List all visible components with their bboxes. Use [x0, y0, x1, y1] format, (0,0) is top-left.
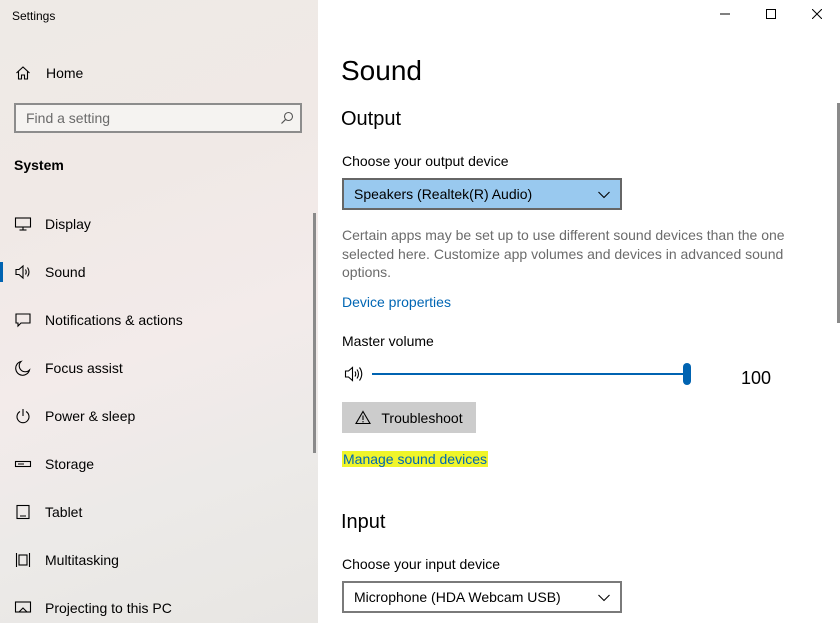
page-title: Sound — [341, 55, 422, 86]
main-content: Sound Output Choose your output device S… — [318, 0, 840, 623]
chevron-down-icon — [598, 186, 610, 202]
sidebar-scrollbar[interactable] — [313, 213, 316, 453]
sidebar-item-label: Focus assist — [45, 360, 123, 376]
volume-icon[interactable] — [344, 365, 366, 388]
sidebar-item-projecting[interactable]: Projecting to this PC — [0, 584, 318, 623]
minimize-button[interactable] — [702, 0, 748, 30]
notifications-icon — [14, 311, 32, 329]
display-icon — [14, 215, 32, 233]
device-properties-link[interactable]: Device properties — [342, 294, 451, 310]
sidebar-item-focus-assist[interactable]: Focus assist — [0, 344, 318, 392]
window-controls — [702, 0, 840, 30]
troubleshoot-button[interactable]: Troubleshoot — [342, 402, 476, 433]
output-device-select[interactable]: Speakers (Realtek(R) Audio) — [342, 178, 622, 210]
sidebar-item-label: Sound — [45, 264, 86, 280]
sidebar-item-sound[interactable]: Sound — [0, 248, 318, 296]
home-nav-item[interactable]: Home — [14, 62, 83, 84]
sidebar-item-label: Notifications & actions — [45, 312, 183, 328]
sidebar-item-multitasking[interactable]: Multitasking — [0, 536, 318, 584]
storage-icon — [14, 455, 32, 473]
sidebar-item-label: Tablet — [45, 504, 83, 520]
home-label: Home — [46, 65, 84, 81]
sidebar-item-tablet[interactable]: Tablet — [0, 488, 318, 536]
close-button[interactable] — [794, 0, 840, 30]
sidebar-item-label: Multitasking — [45, 552, 119, 568]
moon-icon — [14, 359, 32, 377]
chevron-down-icon — [598, 589, 610, 605]
sidebar-item-storage[interactable]: Storage — [0, 440, 318, 488]
manage-sound-devices-link[interactable]: Manage sound devices — [342, 451, 488, 467]
multitasking-icon — [14, 551, 32, 569]
sidebar-item-display[interactable]: Display — [0, 200, 318, 248]
power-icon — [14, 407, 32, 425]
speaker-icon — [14, 263, 32, 281]
section-title: System — [14, 157, 64, 173]
master-volume-label: Master volume — [342, 333, 434, 349]
output-heading: Output — [341, 108, 402, 130]
input-heading: Input — [341, 511, 386, 533]
sidebar-item-power-sleep[interactable]: Power & sleep — [0, 392, 318, 440]
input-device-label: Choose your input device — [342, 556, 500, 572]
search-input[interactable] — [16, 105, 274, 131]
sidebar-nav: Display Sound Notifications & actions Fo… — [0, 200, 318, 623]
projecting-icon — [14, 599, 32, 617]
sidebar-item-label: Power & sleep — [45, 408, 136, 424]
input-device-select[interactable]: Microphone (HDA Webcam USB) — [342, 581, 622, 613]
sidebar: Settings Home System Display Sound — [0, 0, 318, 623]
minimize-icon — [720, 6, 730, 24]
search-icon[interactable] — [274, 105, 300, 131]
input-device-value: Microphone (HDA Webcam USB) — [354, 589, 561, 605]
home-icon — [14, 64, 32, 82]
close-icon — [811, 6, 823, 24]
volume-value: 100 — [741, 368, 772, 388]
sidebar-item-label: Display — [45, 216, 91, 232]
volume-slider-thumb[interactable] — [683, 363, 691, 385]
search-box[interactable] — [14, 103, 302, 133]
sidebar-item-notifications[interactable]: Notifications & actions — [0, 296, 318, 344]
app-title: Settings — [12, 9, 56, 23]
volume-slider-track[interactable] — [372, 373, 688, 375]
output-description: Certain apps may be set up to use differ… — [342, 227, 785, 280]
tablet-icon — [14, 503, 32, 521]
sidebar-item-label: Projecting to this PC — [45, 600, 172, 616]
maximize-icon — [766, 6, 776, 24]
maximize-button[interactable] — [748, 0, 794, 30]
master-volume-row — [342, 362, 782, 386]
warning-icon — [355, 410, 372, 425]
output-device-label: Choose your output device — [342, 153, 509, 169]
sidebar-item-label: Storage — [45, 456, 95, 472]
output-device-value: Speakers (Realtek(R) Audio) — [354, 186, 533, 202]
troubleshoot-label: Troubleshoot — [381, 409, 463, 426]
